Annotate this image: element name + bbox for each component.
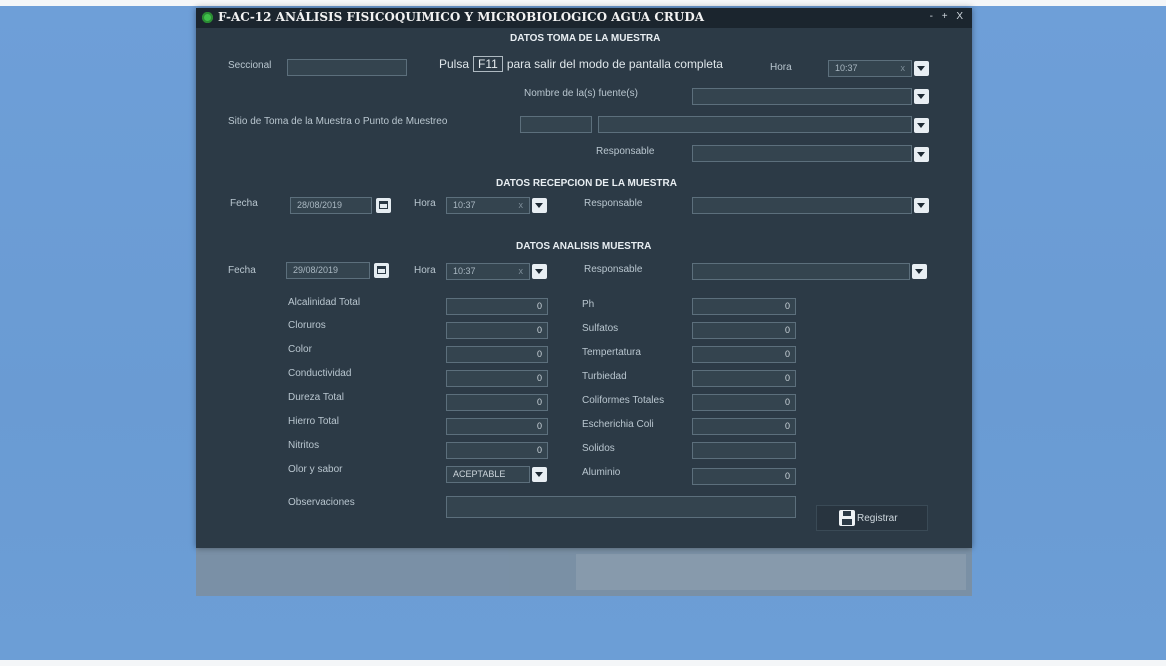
sitio-label: Sitio de Toma de la Muestra o Punto de M… [228, 116, 448, 127]
analisis-fecha-label: Fecha [228, 265, 256, 276]
param-input[interactable]: 0 [692, 394, 796, 411]
olor-sabor-select[interactable]: ACEPTABLE [446, 466, 530, 483]
calendar-icon[interactable] [374, 263, 389, 278]
calendar-icon[interactable] [376, 198, 391, 213]
bottom-edge [0, 660, 1166, 666]
param-label: Color [288, 344, 312, 355]
param-label: Nitritos [288, 440, 320, 451]
toma-responsable-dropdown[interactable] [914, 147, 929, 162]
background-window [196, 548, 972, 596]
param-input[interactable]: 0 [692, 298, 796, 315]
fuente-select[interactable] [692, 88, 912, 105]
sitio-select[interactable] [598, 116, 912, 133]
param-input[interactable]: 0 [446, 418, 548, 435]
fuente-label: Nombre de la(s) fuente(s) [524, 88, 638, 99]
param-label: Solidos [582, 443, 615, 454]
param-input[interactable] [692, 442, 796, 459]
param-input[interactable]: 0 [692, 370, 796, 387]
recepcion-fecha-input[interactable]: 28/08/2019 [290, 197, 372, 214]
param-input[interactable]: 0 [446, 442, 548, 459]
param-label: Aluminio [582, 467, 621, 478]
recepcion-responsable-dropdown[interactable] [914, 198, 929, 213]
seccional-label: Seccional [228, 60, 272, 71]
recepcion-hora-input[interactable]: 10:37 x [446, 197, 530, 214]
seccional-input[interactable] [287, 59, 407, 76]
form-window: F-AC-12 ANÁLISIS FISICOQUIMICO Y MICROBI… [196, 8, 972, 548]
sitio-dropdown[interactable] [914, 118, 929, 133]
param-input[interactable]: 0 [692, 418, 796, 435]
recepcion-responsable-label: Responsable [584, 198, 643, 209]
top-edge [0, 0, 1166, 6]
param-label: Ph [582, 299, 595, 310]
param-label: Turbiedad [582, 371, 627, 382]
section-analisis-title: DATOS ANALISIS MUESTRA [516, 241, 652, 252]
observaciones-label: Observaciones [288, 497, 355, 508]
param-input[interactable]: 0 [446, 346, 548, 363]
analisis-responsable-label: Responsable [584, 264, 643, 275]
param-input[interactable]: 0 [692, 322, 796, 339]
analisis-hora-dropdown[interactable] [532, 264, 547, 279]
sitio-code-input[interactable] [520, 116, 592, 133]
fullscreen-exit-hint: Pulsa F11 para salir del modo de pantalla … [439, 56, 723, 72]
toma-responsable-select[interactable] [692, 145, 912, 162]
observaciones-input[interactable] [446, 496, 796, 518]
f11-key: F11 [473, 56, 503, 72]
section-recepcion-title: DATOS RECEPCION DE LA MUESTRA [496, 178, 677, 189]
analisis-responsable-select[interactable] [692, 263, 910, 280]
analisis-hora-label: Hora [414, 265, 436, 276]
recepcion-fecha-label: Fecha [230, 198, 258, 209]
param-input[interactable]: 0 [446, 298, 548, 315]
window-title: F-AC-12 ANÁLISIS FISICOQUIMICO Y MICROBI… [218, 10, 705, 24]
recepcion-hora-dropdown[interactable] [532, 198, 547, 213]
param-label: Coliformes Totales [582, 395, 665, 406]
window-controls[interactable]: - + X [930, 11, 966, 22]
analisis-responsable-dropdown[interactable] [912, 264, 927, 279]
param-label: Escherichia Coli [582, 419, 654, 430]
fuente-dropdown[interactable] [914, 89, 929, 104]
param-input[interactable]: 0 [446, 370, 548, 387]
param-label: Hierro Total [288, 416, 339, 427]
param-label: Conductividad [288, 368, 352, 379]
param-label: Cloruros [288, 320, 326, 331]
param-label: Sulfatos [582, 323, 619, 334]
registrar-button[interactable]: Registrar [816, 505, 928, 531]
param-input[interactable]: 0 [446, 394, 548, 411]
recepcion-hora-label: Hora [414, 198, 436, 209]
param-input[interactable]: 0 [692, 346, 796, 363]
section-toma-title: DATOS TOMA DE LA MUESTRA [510, 33, 661, 44]
toma-hora-input[interactable]: 10:37 x [828, 60, 912, 77]
toma-hora-dropdown[interactable] [914, 61, 929, 76]
param-label: Olor y sabor [288, 464, 343, 475]
analisis-hora-input[interactable]: 10:37 x [446, 263, 530, 280]
param-input[interactable]: 0 [446, 322, 548, 339]
param-label: Dureza Total [288, 392, 344, 403]
toma-hora-label: Hora [770, 62, 792, 73]
registrar-label: Registrar [857, 513, 898, 524]
title-bar: F-AC-12 ANÁLISIS FISICOQUIMICO Y MICROBI… [196, 8, 972, 28]
analisis-fecha-input[interactable]: 29/08/2019 [286, 262, 370, 279]
param-label: Alcalinidad Total [288, 297, 361, 308]
olor-sabor-dropdown[interactable] [532, 467, 547, 482]
recepcion-responsable-select[interactable] [692, 197, 912, 214]
floppy-disk-icon [839, 510, 855, 526]
param-input[interactable]: 0 [692, 468, 796, 485]
app-logo-icon [202, 12, 213, 23]
param-label: Tempertatura [582, 347, 641, 358]
toma-responsable-label: Responsable [596, 146, 655, 157]
